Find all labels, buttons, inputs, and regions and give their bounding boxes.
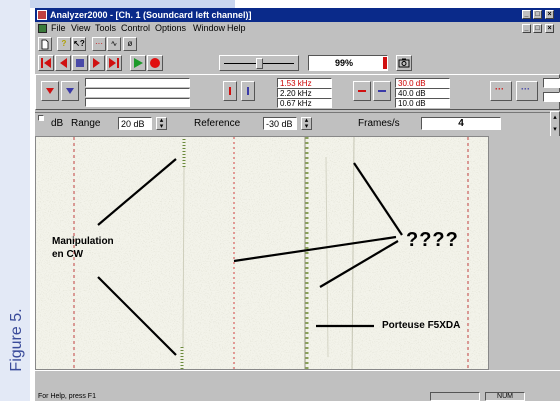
settings-checkbox[interactable] bbox=[38, 115, 44, 121]
child-maximize-button[interactable]: □ bbox=[533, 24, 542, 33]
progress-marker bbox=[383, 57, 387, 69]
annotation-carrier: Porteuse F5XDA bbox=[382, 320, 461, 331]
marker-blue-button[interactable] bbox=[241, 81, 255, 101]
extra-field-1 bbox=[543, 78, 560, 88]
minimize-button[interactable]: _ bbox=[522, 10, 531, 19]
channel-down-blue-button[interactable] bbox=[61, 81, 79, 101]
close-button[interactable]: × bbox=[545, 10, 554, 19]
slider-thumb[interactable] bbox=[256, 58, 263, 69]
level-1-field[interactable]: 30.0 dB bbox=[395, 78, 450, 88]
maximize-button[interactable]: □ bbox=[533, 10, 542, 19]
annotation-question-marks: ???? bbox=[406, 229, 459, 251]
settings-scroll[interactable]: ▴ ▾ bbox=[550, 111, 560, 137]
figure-label: Figure 5. bbox=[8, 308, 25, 372]
range-label: Range bbox=[71, 118, 101, 129]
divider bbox=[35, 112, 560, 113]
annotation-manipulation-cw: Manipulation en CW bbox=[52, 236, 114, 260]
extra-field-2 bbox=[543, 92, 560, 102]
camera-icon[interactable] bbox=[396, 55, 412, 71]
record-button[interactable] bbox=[147, 55, 163, 71]
page-header-band bbox=[30, 0, 235, 8]
menu-file[interactable]: File bbox=[51, 22, 66, 35]
title-bar: Analyzer2000 - [Ch. 1 (Soundcard left ch… bbox=[35, 8, 560, 22]
status-num: NUM bbox=[485, 392, 525, 401]
stop-button[interactable] bbox=[72, 55, 88, 71]
db-label: dB bbox=[51, 118, 64, 129]
frequency-1-field[interactable]: 1.53 kHz bbox=[277, 78, 332, 88]
meter-field-3 bbox=[85, 98, 190, 107]
level-blue-button[interactable] bbox=[373, 81, 391, 101]
frames-label: Frames/s bbox=[358, 118, 400, 129]
child-minimize-button[interactable]: _ bbox=[522, 24, 531, 33]
dots-blue-button[interactable]: ··· bbox=[516, 81, 538, 101]
frequency-3-field[interactable]: 0.67 kHz bbox=[277, 98, 332, 108]
step-back-button[interactable] bbox=[55, 55, 71, 71]
channel-down-red-button[interactable] bbox=[41, 81, 59, 101]
menu-tools[interactable]: Tools bbox=[95, 22, 116, 35]
range-field[interactable]: 20 dB bbox=[118, 117, 152, 130]
status-pane-1 bbox=[430, 392, 480, 401]
play-button[interactable] bbox=[130, 55, 146, 71]
level-3-field[interactable]: 10.0 dB bbox=[395, 98, 450, 108]
step-forward-button[interactable] bbox=[89, 55, 105, 71]
meter-field-2 bbox=[85, 88, 190, 97]
menu-help[interactable]: Help bbox=[227, 22, 246, 35]
waveform-icon[interactable]: ∿ bbox=[107, 37, 121, 51]
level-2-field[interactable]: 40.0 dB bbox=[395, 88, 450, 98]
reference-field[interactable]: -30 dB bbox=[263, 117, 297, 130]
frames-field: 4 bbox=[421, 117, 501, 130]
new-file-icon[interactable] bbox=[38, 37, 52, 51]
position-slider[interactable] bbox=[219, 55, 299, 71]
display-side-panel bbox=[489, 136, 560, 370]
skip-end-button[interactable] bbox=[106, 55, 122, 71]
child-close-button[interactable]: × bbox=[545, 24, 554, 33]
menu-bar: File View Tools Control Options Window H… bbox=[35, 22, 560, 35]
progress-field: 99% bbox=[308, 55, 388, 71]
marker-red-button[interactable] bbox=[223, 81, 237, 101]
meter-field-1 bbox=[85, 78, 190, 87]
app-icon bbox=[37, 10, 47, 20]
menu-options[interactable]: Options bbox=[155, 22, 186, 35]
help-icon[interactable]: ? bbox=[57, 37, 71, 51]
reference-label: Reference bbox=[194, 118, 241, 129]
menu-view[interactable]: View bbox=[71, 22, 90, 35]
spectrogram-display: Manipulation en CW ???? Porteuse F5XDA bbox=[35, 136, 489, 370]
reference-spinner[interactable]: ▴ ▾ bbox=[301, 117, 312, 130]
skip-start-button[interactable] bbox=[38, 55, 54, 71]
dots-red-button[interactable]: ··· bbox=[490, 81, 512, 101]
scope-icon[interactable]: ··· bbox=[92, 37, 106, 51]
status-help-text: For Help, press F1 bbox=[38, 393, 96, 400]
phase-icon[interactable]: ø bbox=[123, 37, 137, 51]
menu-control[interactable]: Control bbox=[121, 22, 150, 35]
context-help-icon[interactable]: ↖? bbox=[72, 37, 86, 51]
range-spinner[interactable]: ▴ ▾ bbox=[156, 117, 167, 130]
level-red-button[interactable] bbox=[353, 81, 371, 101]
status-bar: For Help, press F1 NUM bbox=[35, 370, 560, 401]
document-icon bbox=[38, 24, 47, 33]
window-title: Analyzer2000 - [Ch. 1 (Soundcard left ch… bbox=[50, 10, 252, 20]
progress-percent: 99% bbox=[335, 58, 354, 68]
menu-window[interactable]: Window bbox=[193, 22, 225, 35]
frequency-2-field[interactable]: 2.20 kHz bbox=[277, 88, 332, 98]
